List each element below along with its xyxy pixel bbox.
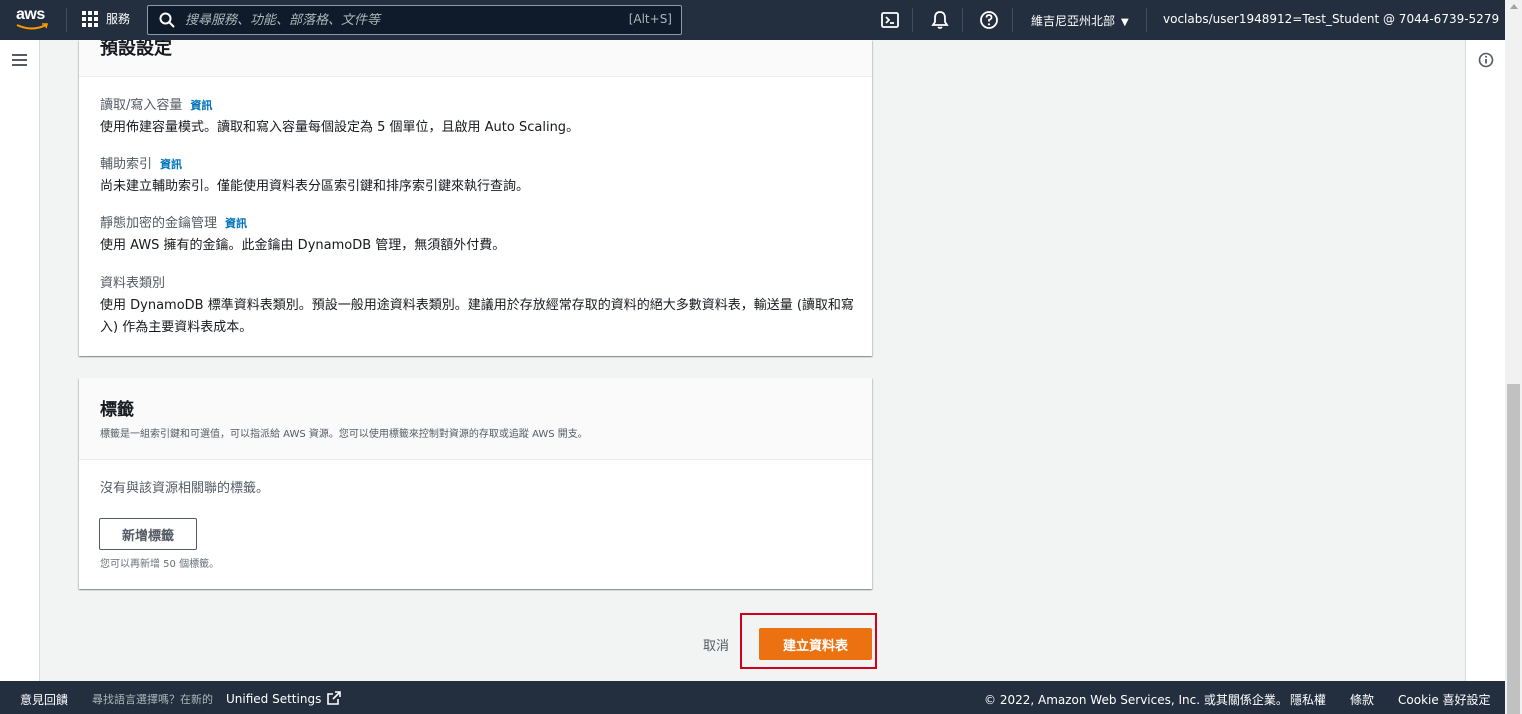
caret-down-icon: ▼	[1121, 17, 1129, 28]
terms-link[interactable]: 條款	[1350, 691, 1374, 708]
grid-icon	[82, 10, 98, 27]
aws-logo-text: aws	[16, 6, 45, 23]
external-link-icon	[327, 691, 341, 705]
info-link[interactable]: 資訊	[190, 99, 212, 112]
nav-divider	[1146, 8, 1147, 32]
scroll-thumb[interactable]	[1507, 384, 1520, 714]
add-tag-button[interactable]: 新增標籤	[99, 518, 197, 550]
tags-header: 標籤 標籤是一組索引鍵和可選值，可以指派給 AWS 資源。您可以使用標籤來控制對…	[79, 378, 872, 460]
info-link[interactable]: 資訊	[160, 158, 182, 171]
cookie-preferences-link[interactable]: Cookie 喜好設定	[1398, 691, 1491, 708]
tags-panel: 標籤 標籤是一組索引鍵和可選值，可以指派給 AWS 資源。您可以使用標籤來控制對…	[79, 378, 872, 589]
unified-settings-link[interactable]: Unified Settings	[226, 691, 341, 706]
setting-title: 輔助索引	[100, 157, 153, 172]
search-bar[interactable]: [Alt+S]	[147, 5, 682, 35]
help-icon[interactable]	[979, 10, 999, 30]
nav-divider	[962, 8, 963, 32]
setting-description: 使用佈建容量模式。讀取和寫入容量每個設定為 5 個單位，且啟用 Auto Sca…	[100, 120, 580, 135]
tags-subtitle: 標籤是一組索引鍵和可選值，可以指派給 AWS 資源。您可以使用標籤來控制對資源的…	[100, 429, 588, 440]
help-panel-rail	[1465, 40, 1505, 681]
copyright-text: © 2022, Amazon Web Services, Inc. 或其關係企業…	[984, 693, 1288, 707]
setting-title: 讀取/寫入容量	[100, 98, 183, 113]
feedback-link[interactable]: 意見回饋	[20, 691, 68, 708]
aws-logo[interactable]: aws	[16, 6, 50, 32]
region-selector[interactable]: 維吉尼亞州北部 ▼	[1031, 12, 1129, 29]
footer: 意見回饋 尋找語言選擇嗎？在新的 Unified Settings © 2022…	[0, 681, 1505, 714]
nav-divider	[1012, 8, 1013, 32]
unified-settings-label: Unified Settings	[226, 692, 322, 706]
create-table-button[interactable]: 建立資料表	[759, 628, 872, 660]
setting-title: 資料表類別	[100, 276, 166, 291]
setting-table-class: 資料表類別 使用 DynamoDB 標準資料表類別。預設一般用途資料表類別。建議…	[100, 272, 856, 339]
tags-limit-hint: 您可以再新增 50 個標籤。	[100, 559, 220, 570]
default-settings-panel: 預設設定 讀取/寫入容量 資訊 使用佈建容量模式。讀取和寫入容量每個設定為 5 個…	[79, 40, 872, 356]
language-prompt: 尋找語言選擇嗎？在新的	[92, 693, 213, 706]
setting-title: 靜態加密的金鑰管理	[100, 216, 218, 231]
setting-secondary-indexes: 輔助索引 資訊 尚未建立輔助索引。僅能使用資料表分區索引鍵和排序索引鍵來執行查詢。	[100, 153, 529, 198]
tags-heading: 標籤	[100, 400, 134, 420]
aws-smile-icon	[16, 23, 48, 30]
top-navigation: aws 服務 [Alt+S] 維吉尼亞州北部 ▼	[0, 0, 1513, 40]
page-scrollbar[interactable]	[1505, 0, 1522, 714]
left-navigation-rail	[0, 40, 40, 681]
search-icon	[159, 12, 175, 28]
privacy-link[interactable]: 隱私權	[1290, 691, 1326, 708]
setting-description: 使用 DynamoDB 標準資料表類別。預設一般用途資料表類別。建議用於存放經常…	[100, 298, 854, 335]
scroll-up-arrow-icon[interactable]	[1510, 4, 1518, 9]
services-menu-button[interactable]: 服務	[82, 10, 130, 27]
cloudshell-icon[interactable]	[880, 10, 900, 30]
services-label: 服務	[106, 12, 131, 26]
setting-description: 使用 AWS 擁有的金鑰。此金鑰由 DynamoDB 管理，無須額外付費。	[100, 238, 506, 253]
tags-empty-message: 沒有與該資源相關聯的標籤。	[100, 481, 270, 496]
search-shortcut-hint: [Alt+S]	[628, 12, 672, 26]
nav-divider	[912, 8, 913, 32]
cancel-button[interactable]: 取消	[703, 635, 729, 654]
region-label: 維吉尼亞州北部	[1031, 14, 1116, 28]
info-icon[interactable]	[1478, 52, 1494, 68]
default-settings-heading: 預設設定	[100, 40, 172, 59]
default-settings-header: 預設設定	[79, 40, 872, 77]
account-menu[interactable]: voclabs/user1948912=Test_Student @ 7044-…	[1163, 12, 1513, 26]
menu-hamburger-icon[interactable]	[12, 54, 27, 66]
setting-description: 尚未建立輔助索引。僅能使用資料表分區索引鍵和排序索引鍵來執行查詢。	[100, 179, 530, 194]
setting-read-write-capacity: 讀取/寫入容量 資訊 使用佈建容量模式。讀取和寫入容量每個設定為 5 個單位，且啟…	[100, 94, 579, 139]
setting-encryption-key: 靜態加密的金鑰管理 資訊 使用 AWS 擁有的金鑰。此金鑰由 DynamoDB 管…	[100, 212, 505, 257]
account-label: voclabs/user1948912=Test_Student @ 7044-…	[1163, 12, 1500, 26]
nav-divider	[66, 8, 67, 32]
search-input[interactable]	[185, 12, 605, 28]
info-link[interactable]: 資訊	[225, 217, 247, 230]
notifications-bell-icon[interactable]	[930, 10, 950, 30]
